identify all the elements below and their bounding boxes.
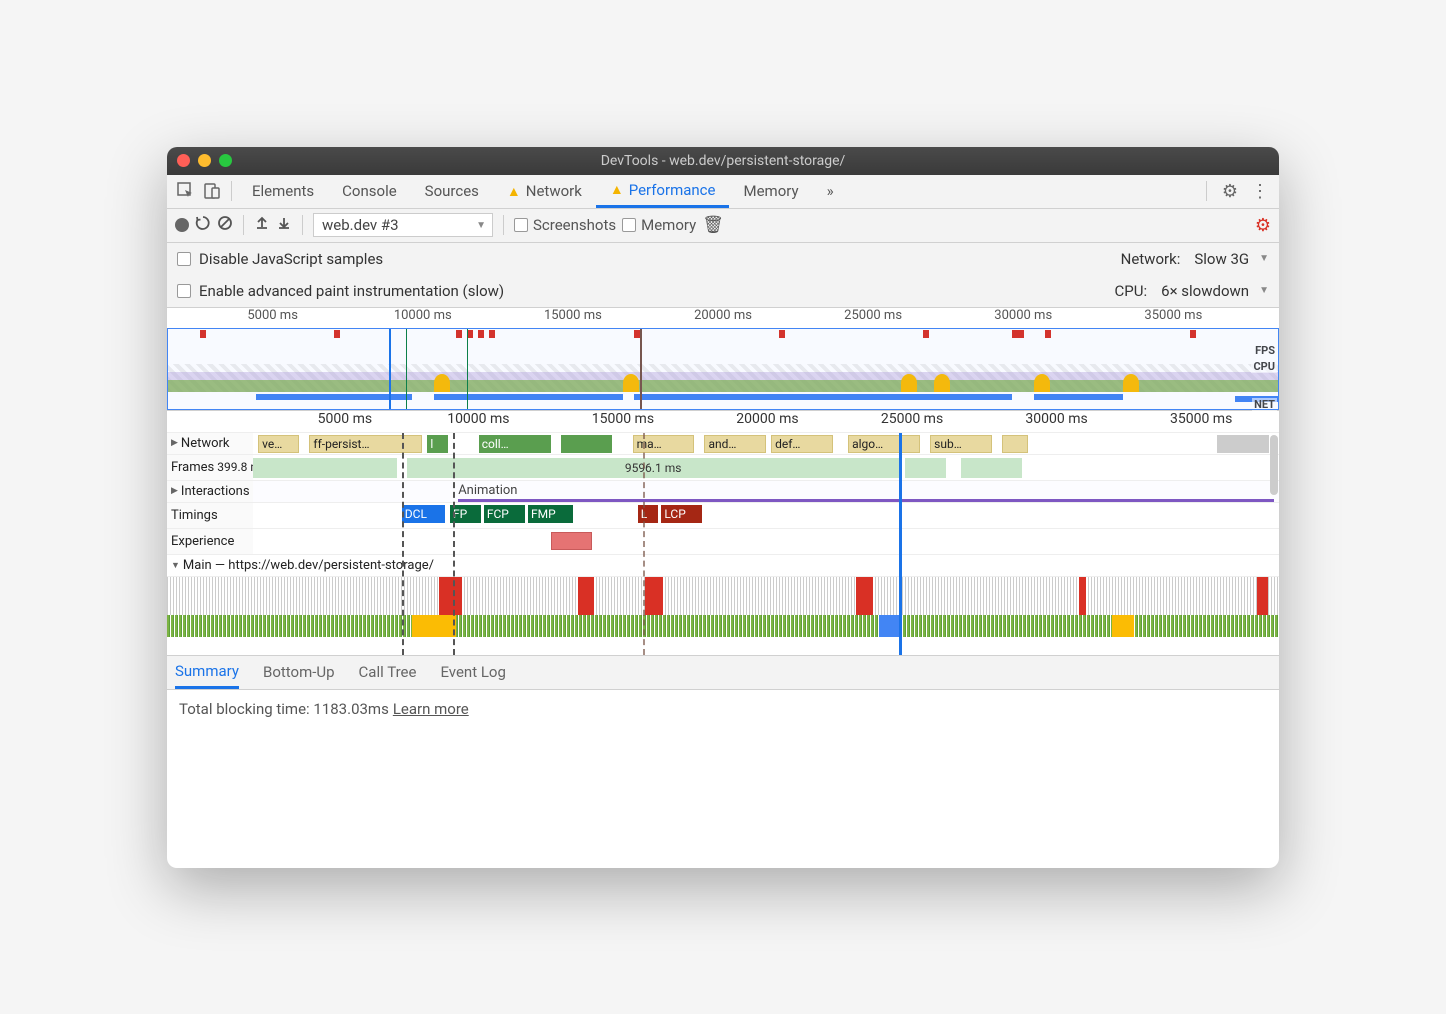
- capture-settings-gear-icon[interactable]: ⚙: [1255, 215, 1271, 236]
- reload-record-button[interactable]: [195, 215, 211, 235]
- learn-more-link[interactable]: Learn more: [393, 700, 469, 718]
- main-flamechart[interactable]: [167, 577, 1279, 655]
- expand-icon[interactable]: ▶: [171, 486, 178, 496]
- details-tabbar: Summary Bottom-Up Call Tree Event Log: [167, 656, 1279, 690]
- frame-block[interactable]: 9596.1 ms: [407, 458, 899, 478]
- cpu-throttle-select[interactable]: 6× slowdown▼: [1161, 282, 1269, 300]
- window-title: DevTools - web.dev/persistent-storage/: [167, 153, 1279, 169]
- cpu-throttle-label: CPU:: [1115, 282, 1148, 300]
- load-profile-icon[interactable]: [254, 215, 270, 235]
- timing-marker-fmp[interactable]: FMP: [528, 505, 573, 523]
- animation-label: Animation: [458, 483, 517, 498]
- settings-gear-icon[interactable]: ⚙: [1217, 178, 1243, 204]
- network-block[interactable]: sub…: [930, 435, 992, 453]
- tab-call-tree[interactable]: Call Tree: [359, 655, 417, 689]
- network-block[interactable]: and…: [704, 435, 766, 453]
- tab-event-log[interactable]: Event Log: [440, 655, 505, 689]
- more-menu-icon[interactable]: ⋮: [1247, 178, 1273, 204]
- device-toolbar-icon[interactable]: [199, 178, 225, 204]
- network-block[interactable]: coll…: [479, 435, 551, 453]
- expand-icon[interactable]: ▶: [171, 438, 178, 448]
- tab-performance[interactable]: ▲Performance: [596, 174, 730, 208]
- flamechart-tracks[interactable]: 5000 ms 10000 ms 15000 ms 20000 ms 25000…: [167, 411, 1279, 656]
- timing-marker-fcp[interactable]: FCP: [484, 505, 525, 523]
- disable-js-samples-checkbox[interactable]: Disable JavaScript samples: [177, 250, 383, 268]
- session-select[interactable]: web.dev #3▼: [313, 213, 493, 237]
- network-throttle-select[interactable]: Slow 3G▼: [1194, 250, 1269, 268]
- collapse-icon[interactable]: ▼: [171, 560, 180, 571]
- window-titlebar: DevTools - web.dev/persistent-storage/: [167, 147, 1279, 175]
- tracks-ruler: 5000 ms 10000 ms 15000 ms 20000 ms 25000…: [167, 411, 1279, 433]
- window-close-button[interactable]: [177, 154, 190, 167]
- network-throttle-label: Network:: [1121, 250, 1181, 268]
- main-track-header[interactable]: ▼ Main — https://web.dev/persistent-stor…: [167, 555, 1279, 577]
- interactions-track[interactable]: ▶Interactions Animation: [167, 481, 1279, 503]
- warning-icon: ▲: [507, 183, 521, 200]
- garbage-collect-icon[interactable]: 🗑: [702, 215, 724, 235]
- network-block[interactable]: l: [427, 435, 448, 453]
- network-block[interactable]: def…: [771, 435, 833, 453]
- tab-console[interactable]: Console: [328, 174, 411, 208]
- network-block[interactable]: algo…: [848, 435, 920, 453]
- chevron-down-icon: ▼: [476, 220, 486, 231]
- timing-marker-l[interactable]: L: [638, 505, 659, 523]
- chevron-down-icon: ▼: [1259, 253, 1269, 264]
- timing-marker-lcp[interactable]: LCP: [661, 505, 702, 523]
- performance-toolbar: web.dev #3▼ Screenshots Memory 🗑 ⚙: [167, 209, 1279, 243]
- record-button[interactable]: [175, 218, 189, 232]
- tab-summary[interactable]: Summary: [175, 655, 239, 689]
- tab-sources[interactable]: Sources: [411, 174, 493, 208]
- overview-ruler: 5000 ms 10000 ms 15000 ms 20000 ms 25000…: [167, 308, 1279, 328]
- inspect-element-icon[interactable]: [173, 178, 199, 204]
- frame-block[interactable]: [905, 458, 946, 478]
- save-profile-icon[interactable]: [276, 215, 292, 235]
- window-minimize-button[interactable]: [198, 154, 211, 167]
- frame-block[interactable]: [961, 458, 1023, 478]
- frames-track[interactable]: Frames399.8 ms 9596.1 ms: [167, 455, 1279, 481]
- network-block[interactable]: [1002, 435, 1028, 453]
- total-blocking-time-label: Total blocking time: 1183.03ms: [179, 700, 389, 718]
- warning-icon: ▲: [610, 181, 624, 198]
- main-track-label: Main — https://web.dev/persistent-storag…: [183, 558, 434, 573]
- memory-checkbox[interactable]: Memory: [622, 216, 696, 234]
- network-block[interactable]: ma…: [633, 435, 695, 453]
- network-block[interactable]: [561, 435, 612, 453]
- summary-panel: Total blocking time: 1183.03ms Learn mor…: [167, 690, 1279, 868]
- timings-track[interactable]: Timings DCL FP FCP FMP L LCP: [167, 503, 1279, 529]
- screenshots-checkbox[interactable]: Screenshots: [514, 216, 616, 234]
- network-track[interactable]: ▶Network ve… ff-persist… l coll… ma… and…: [167, 433, 1279, 455]
- chevron-down-icon: ▼: [1259, 285, 1269, 296]
- experience-block[interactable]: [551, 532, 592, 550]
- network-block[interactable]: ff-persist…: [309, 435, 422, 453]
- tab-memory[interactable]: Memory: [729, 174, 812, 208]
- tab-network[interactable]: ▲Network: [493, 174, 596, 208]
- network-block[interactable]: ve…: [258, 435, 299, 453]
- network-block[interactable]: [1217, 435, 1268, 453]
- experience-track[interactable]: Experience: [167, 529, 1279, 555]
- clear-button[interactable]: [217, 215, 233, 235]
- window-fullscreen-button[interactable]: [219, 154, 232, 167]
- tracks-scrollbar[interactable]: [1270, 435, 1278, 495]
- tab-bottom-up[interactable]: Bottom-Up: [263, 655, 335, 689]
- tab-elements[interactable]: Elements: [238, 174, 328, 208]
- frame-block[interactable]: [253, 458, 397, 478]
- timing-marker-dcl[interactable]: DCL: [402, 505, 445, 523]
- tabs-overflow[interactable]: »: [813, 174, 848, 208]
- advanced-paint-checkbox[interactable]: Enable advanced paint instrumentation (s…: [177, 282, 504, 300]
- devtools-tabbar: Elements Console Sources ▲Network ▲Perfo…: [167, 175, 1279, 209]
- overview-timeline[interactable]: 5000 ms 10000 ms 15000 ms 20000 ms 25000…: [167, 308, 1279, 411]
